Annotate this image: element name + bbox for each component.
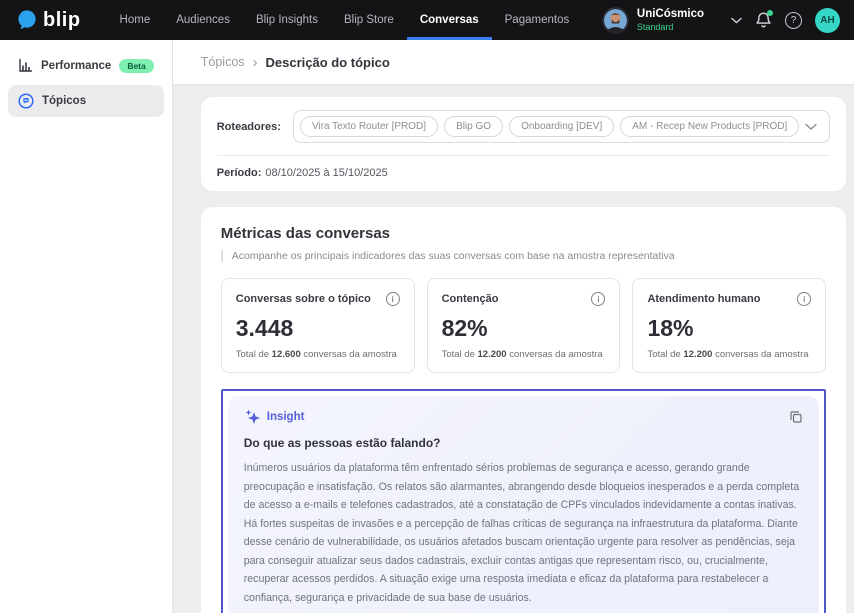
metric-cards-row: Conversas sobre o tópico i 3.448 Total d… [221, 278, 827, 373]
topic-bubble-icon [18, 93, 34, 109]
page-title: Descrição do tópico [266, 55, 390, 70]
sidebar-item-topicos[interactable]: Tópicos [8, 85, 164, 117]
metric-title: Atendimento humano [647, 293, 760, 305]
account-name: UniCósmico [637, 8, 704, 22]
help-icon[interactable]: ? [785, 12, 802, 29]
period-row: Período:08/10/2025 à 15/10/2025 [217, 167, 831, 179]
blip-logo[interactable]: blip [16, 9, 81, 32]
info-icon[interactable]: i [797, 292, 811, 306]
nav-item-blip-store[interactable]: Blip Store [331, 0, 407, 40]
user-avatar[interactable]: AH [815, 8, 840, 33]
nav-item-blip-insights[interactable]: Blip Insights [243, 0, 331, 40]
copy-icon[interactable] [789, 410, 803, 424]
metric-value: 18% [647, 315, 811, 342]
section-title: Métricas das conversas [221, 225, 827, 242]
bar-chart-icon [18, 58, 33, 73]
section-subtitle: Acompanhe os principais indicadores das … [221, 250, 827, 262]
nav-item-audiences[interactable]: Audiences [163, 0, 243, 40]
content-area: Roteadores: Vira Texto Router [PROD] Bli… [173, 85, 854, 613]
router-chip[interactable]: AM - Recep New Products [PROD] [620, 116, 799, 137]
account-info: UniCósmico Standard [637, 8, 704, 33]
filters-card: Roteadores: Vira Texto Router [PROD] Bli… [201, 97, 847, 191]
router-chip[interactable]: Vira Texto Router [PROD] [300, 116, 438, 137]
metrics-card: Métricas das conversas Acompanhe os prin… [201, 207, 847, 613]
breadcrumb-parent[interactable]: Tópicos [201, 55, 245, 69]
account-switcher[interactable]: UniCósmico Standard [602, 7, 704, 34]
metric-title: Contenção [442, 293, 499, 305]
beta-badge: Beta [119, 59, 153, 73]
sidebar-item-performance[interactable]: Performance Beta [8, 50, 164, 81]
insight-label: Insight [267, 411, 305, 423]
nav-item-home[interactable]: Home [107, 0, 164, 40]
insight-question: Do que as pessoas estão falando? [244, 436, 804, 450]
routers-label: Roteadores: [217, 121, 281, 133]
account-plan: Standard [637, 22, 704, 33]
router-chip[interactable]: Blip GO [444, 116, 503, 137]
period-label: Período: [217, 167, 262, 179]
metric-value: 82% [442, 315, 606, 342]
logo-text: blip [43, 9, 81, 32]
info-icon[interactable]: i [386, 292, 400, 306]
metric-card-contencao: Contenção i 82% Total de 12.200 conversa… [427, 278, 621, 373]
blip-bubble-icon [16, 9, 38, 31]
notifications-bell-icon[interactable] [755, 11, 772, 29]
metric-title: Conversas sobre o tópico [236, 293, 371, 305]
chevron-down-icon[interactable] [805, 123, 817, 131]
info-icon[interactable]: i [591, 292, 605, 306]
insight-selection-outline: Insight Do que as pessoas estão falando?… [221, 389, 827, 613]
metric-card-atendimento: Atendimento humano i 18% Total de 12.200… [632, 278, 826, 373]
notification-dot [767, 10, 773, 16]
insight-body: Inúmeros usuários da plataforma têm enfr… [244, 459, 804, 607]
metric-total: Total de 12.200 conversas da amostra [647, 349, 811, 360]
metric-total: Total de 12.200 conversas da amostra [442, 349, 606, 360]
breadcrumb: Tópicos › Descrição do tópico [173, 40, 854, 85]
sparkle-icon [244, 409, 261, 425]
nav-item-conversas[interactable]: Conversas [407, 0, 492, 40]
navbar-right: UniCósmico Standard ? AH [602, 7, 840, 34]
sidebar: Performance Beta Tópicos [0, 40, 173, 613]
nav-item-pagamentos[interactable]: Pagamentos [492, 0, 583, 40]
metric-card-conversas: Conversas sobre o tópico i 3.448 Total d… [221, 278, 415, 373]
divider [217, 155, 831, 156]
router-chip[interactable]: Onboarding [DEV] [509, 116, 614, 137]
metric-value: 3.448 [236, 315, 400, 342]
sidebar-item-label: Performance [41, 60, 111, 72]
account-avatar [602, 7, 629, 34]
breadcrumb-separator-icon: › [253, 55, 258, 70]
sidebar-item-label: Tópicos [42, 95, 86, 107]
insight-card: Insight Do que as pessoas estão falando?… [228, 396, 820, 613]
metric-total: Total de 12.600 conversas da amostra [236, 349, 400, 360]
main-nav: Home Audiences Blip Insights Blip Store … [107, 0, 583, 40]
routers-select[interactable]: Vira Texto Router [PROD] Blip GO Onboard… [293, 110, 830, 143]
period-value: 08/10/2025 à 15/10/2025 [265, 167, 387, 179]
chevron-down-icon[interactable] [731, 17, 742, 24]
top-navbar: blip Home Audiences Blip Insights Blip S… [0, 0, 854, 40]
